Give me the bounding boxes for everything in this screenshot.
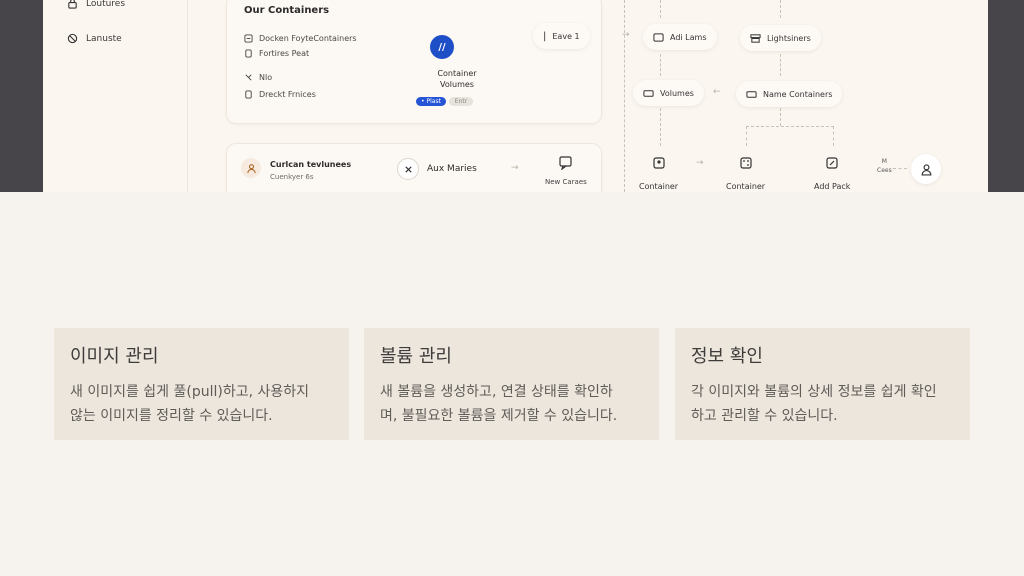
- row-label: Fortires Peat: [259, 49, 310, 58]
- drive-icon: [643, 89, 654, 97]
- row-label: Docken FoyteContainers: [259, 34, 357, 43]
- feature-line: 며, 불필요한 볼륨을 제거할 수 있습니다.: [380, 408, 618, 424]
- bottom-card-title: Curlcan tevlunees: [270, 160, 352, 169]
- node-label: Name Containers: [763, 89, 833, 99]
- app-screenshot: Loutures Lanuste Our Containers Docken F…: [43, 0, 988, 192]
- cees-label: Cees: [877, 167, 892, 174]
- link-icon: [245, 74, 252, 81]
- flow-node-add-pack[interactable]: Add Pack: [814, 150, 850, 191]
- chat-icon: [559, 156, 572, 170]
- bar-icon: |: [543, 30, 547, 42]
- node-label: Volumes: [660, 88, 694, 98]
- container-row[interactable]: Fortires Peat: [244, 49, 309, 58]
- row-label: Nlo: [259, 73, 273, 82]
- card-title: Our Containers: [244, 5, 330, 16]
- connector: [780, 108, 781, 126]
- connector: [660, 0, 661, 18]
- node-label: Container: [639, 182, 679, 191]
- sidebar-item-label: Loutures: [86, 0, 126, 9]
- feature-line: 하고 관리할 수 있습니다.: [691, 408, 838, 424]
- primary-pill[interactable]: • Plast: [416, 97, 446, 106]
- no-entry-icon: [67, 33, 78, 44]
- container-row[interactable]: Dreckt Frnices: [244, 90, 316, 99]
- user-button[interactable]: [911, 154, 941, 184]
- feature-description: 새 볼륨을 생성하고, 연결 상태를 확인하며, 불필요한 볼륨을 제거할 수 …: [380, 380, 643, 428]
- feature-line: 새 볼륨을 생성하고, 연결 상태를 확인하: [380, 384, 613, 400]
- feature-title: 정보 확인: [691, 346, 763, 367]
- user-avatar: [241, 158, 261, 178]
- flow-node-volumes[interactable]: Volumes: [633, 80, 704, 106]
- edit-icon: [826, 157, 838, 169]
- connector: [746, 126, 747, 146]
- lock-icon: [68, 0, 77, 9]
- node-label: Lightsiners: [767, 33, 811, 43]
- user-icon: [921, 163, 931, 176]
- flow-node-container-a[interactable]: Container: [639, 150, 678, 191]
- feature-title: 이미지 관리: [70, 346, 159, 367]
- containers-card: Our Containers Docken FoyteContainers Fo…: [226, 0, 602, 124]
- row-label: Dreckt Frnices: [259, 90, 316, 99]
- flow-node-eave[interactable]: | Eave 1: [533, 23, 590, 49]
- container-row[interactable]: Docken FoyteContainers: [244, 34, 357, 43]
- connector: [780, 54, 781, 76]
- flow-node-adi-lams[interactable]: Adi Lams: [643, 24, 717, 50]
- feature-line: 않는 이미지를 정리할 수 있습니다.: [70, 408, 273, 424]
- container-icon: [652, 157, 665, 169]
- feature-description: 새 이미지를 쉽게 풀(pull)하고, 사용하지않는 이미지를 정리할 수 있…: [70, 380, 333, 428]
- bottom-card: Curlcan tevlunees Cuenkyer 6s Aux Maries…: [226, 143, 602, 192]
- feature-line: 새 이미지를 쉽게 풀(pull)하고, 사용하지: [70, 384, 310, 400]
- arrow-icon: →: [696, 158, 704, 168]
- m-cees-label: M Cees: [877, 157, 892, 175]
- feature-card-info: 정보 확인 각 이미지와 볼륨의 상세 정보를 쉽게 확인하고 관리할 수 있습…: [675, 328, 970, 440]
- new-caraes-button[interactable]: New Caraes: [545, 156, 587, 186]
- arrow-icon: →: [511, 163, 519, 173]
- drive-icon: [746, 90, 757, 98]
- connector: [893, 168, 907, 169]
- feature-title: 볼륨 관리: [380, 346, 452, 367]
- connector: [746, 126, 834, 127]
- volumes-label: Container Volumes: [437, 69, 477, 89]
- feature-description: 각 이미지와 볼륨의 상세 정보를 쉽게 확인하고 관리할 수 있습니다.: [691, 380, 954, 428]
- node-label: Container: [726, 182, 766, 191]
- connector: [624, 0, 625, 192]
- connector: [660, 108, 661, 146]
- flow-node-container-b[interactable]: Container: [726, 150, 765, 191]
- screenshot-frame: Loutures Lanuste Our Containers Docken F…: [0, 0, 1024, 192]
- node-label: Add Pack: [814, 182, 851, 191]
- secondary-pill[interactable]: Entr: [449, 97, 473, 106]
- new-caraes-label: New Caraes: [545, 178, 587, 186]
- connector: [833, 126, 834, 146]
- aux-action-label: Aux Maries: [427, 164, 477, 174]
- connector: [660, 54, 661, 76]
- m-label: M: [881, 158, 887, 165]
- sidebar-divider: [187, 0, 188, 192]
- close-icon[interactable]: [397, 158, 419, 180]
- feature-line: 각 이미지와 볼륨의 상세 정보를 쉽게 확인: [691, 384, 937, 400]
- box-icon: [244, 34, 253, 43]
- stack-icon: [750, 33, 761, 43]
- dice-icon: [739, 157, 752, 169]
- connector: [780, 0, 781, 18]
- aux-action[interactable]: Aux Maries: [397, 158, 477, 180]
- sidebar-item-label: Lanuste: [86, 33, 122, 44]
- bottom-card-subtitle: Cuenkyer 6s: [270, 173, 314, 181]
- image-icon: [653, 32, 664, 42]
- user-icon: [246, 163, 256, 173]
- sidebar-item-lanuste[interactable]: Lanuste: [67, 33, 122, 44]
- arrow-icon: ←: [713, 87, 721, 97]
- volumes-badge: //: [430, 35, 454, 59]
- flow-node-name-containers[interactable]: Name Containers: [736, 81, 843, 107]
- file-icon: [245, 49, 252, 58]
- container-row[interactable]: Nlo: [244, 73, 272, 82]
- sidebar-item-loutures[interactable]: Loutures: [67, 0, 125, 9]
- node-label: Eave 1: [552, 31, 580, 41]
- flow-node-lightsiners[interactable]: Lightsiners: [740, 25, 821, 51]
- square-icon: [245, 90, 252, 99]
- feature-card-image-management: 이미지 관리 새 이미지를 쉽게 풀(pull)하고, 사용하지않는 이미지를 …: [54, 328, 349, 440]
- feature-card-volume-management: 볼륨 관리 새 볼륨을 생성하고, 연결 상태를 확인하며, 불필요한 볼륨을 …: [364, 328, 659, 440]
- node-label: Adi Lams: [670, 32, 707, 42]
